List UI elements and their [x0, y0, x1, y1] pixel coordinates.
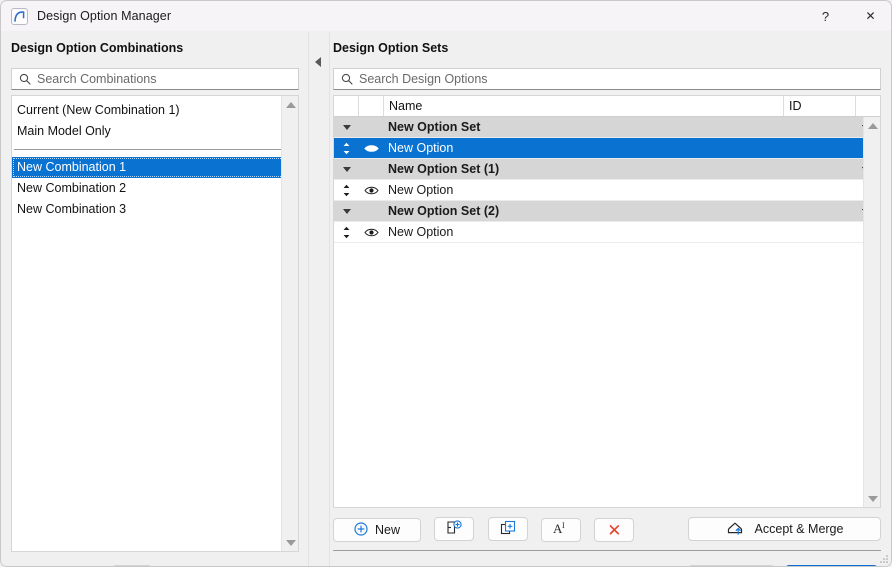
red-x-icon: ✕	[607, 520, 622, 540]
eye-visible-icon[interactable]	[359, 185, 384, 196]
design-options-tree[interactable]: Name ID New Option Set+New OptionNew Opt…	[333, 95, 881, 508]
option-rename-button[interactable]: A I	[541, 517, 582, 542]
window-controls: ? ✕	[803, 1, 891, 32]
rename-a-icon: A I	[552, 521, 570, 539]
design-option-combinations-panel: Design Option Combinations Current (New …	[1, 32, 308, 566]
window-title: Design Option Manager	[37, 9, 172, 23]
option-new-label: New	[374, 523, 400, 537]
column-header-drag[interactable]	[334, 96, 359, 116]
new-set-plus-icon	[446, 519, 463, 539]
scroll-up-arrow[interactable]	[864, 117, 880, 134]
column-header-visibility[interactable]	[359, 96, 384, 116]
scroll-down-arrow[interactable]	[864, 490, 880, 507]
option-set-name: New Option Set (1)	[388, 162, 500, 176]
left-panel-heading: Design Option Combinations	[11, 41, 184, 55]
accept-and-merge-button[interactable]: Accept & Merge	[688, 517, 881, 541]
close-button[interactable]: ✕	[848, 1, 891, 32]
eye-hidden-icon[interactable]	[359, 143, 384, 154]
svg-text:I: I	[562, 521, 565, 530]
search-combinations-box[interactable]	[11, 68, 299, 90]
search-icon	[19, 73, 31, 85]
accept-and-merge-label: Accept & Merge	[754, 522, 844, 536]
combination-list-item[interactable]: Main Model Only	[12, 121, 298, 142]
design-options-toolbar: New A I ✕	[333, 517, 635, 542]
resize-grip[interactable]	[878, 553, 890, 565]
design-option-manager-window: Design Option Manager ? ✕ Design Option …	[0, 0, 892, 567]
duplicate-plus-icon	[500, 520, 516, 539]
dialog-body: Design Option Combinations Current (New …	[1, 32, 891, 566]
design-option-sets-panel: Design Option Sets Name ID	[330, 32, 891, 566]
search-design-options-box[interactable]	[333, 68, 881, 90]
combination-list-item[interactable]: New Combination 1	[12, 157, 298, 178]
expand-caret-icon[interactable]	[334, 124, 359, 130]
drag-handle-icon[interactable]	[334, 184, 359, 197]
scroll-up-arrow[interactable]	[282, 96, 298, 113]
footer-divider	[333, 550, 881, 551]
option-set-name: New Option Set	[388, 120, 481, 134]
option-set-row[interactable]: New Option Set+	[334, 117, 880, 138]
option-name: New Option	[388, 183, 454, 197]
option-row[interactable]: New Option	[334, 222, 880, 243]
combinations-list[interactable]: Current (New Combination 1) Main Model On…	[11, 95, 299, 552]
tree-rows-container: New Option Set+ New Option New Option Set …	[334, 117, 880, 507]
search-design-options-input[interactable]	[359, 69, 880, 89]
option-name: New Option	[388, 141, 454, 155]
design-options-scrollbar[interactable]	[863, 117, 880, 507]
title-bar: Design Option Manager ? ✕	[1, 1, 891, 32]
option-row[interactable]: New Option	[334, 180, 880, 201]
option-delete-button[interactable]: ✕	[594, 518, 635, 542]
option-row[interactable]: New Option	[334, 138, 880, 159]
help-button[interactable]: ?	[803, 1, 848, 32]
option-set-name: New Option Set (2)	[388, 204, 500, 218]
right-panel-heading: Design Option Sets	[333, 41, 449, 55]
option-new-button[interactable]: New	[333, 518, 421, 542]
column-header-id[interactable]: ID	[784, 96, 856, 116]
option-set-row[interactable]: New Option Set (1)+	[334, 159, 880, 180]
column-header-name[interactable]: Name	[384, 96, 784, 116]
tree-header-row: Name ID	[334, 96, 880, 117]
house-upload-icon	[726, 520, 748, 539]
column-header-add[interactable]	[856, 96, 880, 116]
expand-caret-icon[interactable]	[334, 166, 359, 172]
combinations-scrollbar[interactable]	[281, 96, 298, 551]
panel-splitter[interactable]	[308, 32, 330, 566]
drag-handle-icon[interactable]	[334, 226, 359, 239]
circle-plus-icon	[354, 521, 368, 539]
search-icon	[341, 73, 353, 85]
option-new-set-button[interactable]	[434, 517, 475, 541]
scroll-down-arrow[interactable]	[282, 534, 298, 551]
expand-caret-icon[interactable]	[334, 208, 359, 214]
combination-list-item[interactable]: New Combination 2	[12, 178, 298, 199]
eye-visible-icon[interactable]	[359, 227, 384, 238]
drag-handle-icon[interactable]	[334, 142, 359, 155]
combination-list-item[interactable]: Current (New Combination 1)	[12, 100, 298, 121]
option-set-row[interactable]: New Option Set (2)+	[334, 201, 880, 222]
collapse-left-arrow-icon[interactable]	[315, 57, 321, 67]
option-name: New Option	[388, 225, 454, 239]
search-combinations-input[interactable]	[37, 69, 298, 89]
combination-list-item[interactable]: New Combination 3	[12, 199, 298, 220]
option-duplicate-button[interactable]	[487, 517, 528, 541]
archicad-arc-icon	[11, 7, 28, 25]
combinations-separator	[14, 149, 292, 150]
